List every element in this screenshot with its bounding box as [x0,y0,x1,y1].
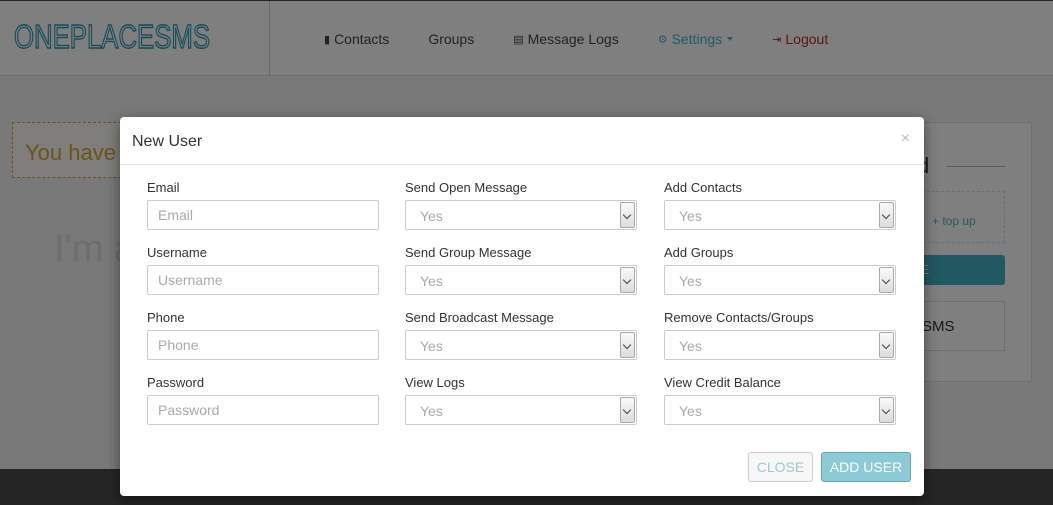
chevron-down-icon [879,397,894,423]
add-contacts-label: Add Contacts [664,180,743,195]
email-label: Email [147,180,180,195]
username-field-group: Username [147,245,379,295]
select-value: Yes [679,273,702,289]
view-logs-select[interactable]: Yes [405,395,637,425]
remove-contacts-groups-field-group: Remove Contacts/Groups Yes [664,310,896,360]
select-value: Yes [679,208,702,224]
modal-header: New User × [120,117,924,165]
username-input[interactable] [147,265,379,295]
chevron-down-icon [879,202,894,228]
view-credit-balance-field-group: View Credit Balance Yes [664,375,896,425]
select-value: Yes [420,273,443,289]
phone-field-group: Phone [147,310,379,360]
new-user-modal: New User × Email Username Phone Password… [120,117,924,496]
select-value: Yes [679,338,702,354]
send-broadcast-message-field-group: Send Broadcast Message Yes [405,310,637,360]
send-group-message-select[interactable]: Yes [405,265,637,295]
remove-contacts-groups-select[interactable]: Yes [664,330,896,360]
add-groups-select[interactable]: Yes [664,265,896,295]
add-groups-label: Add Groups [664,245,734,260]
phone-input[interactable] [147,330,379,360]
add-contacts-field-group: Add Contacts Yes [664,180,896,230]
send-broadcast-message-select[interactable]: Yes [405,330,637,360]
chevron-down-icon [879,267,894,293]
modal-title: New User [132,133,203,150]
phone-label: Phone [147,310,185,325]
chevron-down-icon [620,267,635,293]
send-group-message-label: Send Group Message [405,245,532,260]
password-label: Password [147,375,205,390]
send-open-message-label: Send Open Message [405,180,528,195]
select-value: Yes [420,338,443,354]
chevron-down-icon [620,332,635,358]
email-input[interactable] [147,200,379,230]
password-field-group: Password [147,375,379,425]
username-label: Username [147,245,207,260]
chevron-down-icon [620,202,635,228]
add-user-button[interactable]: ADD USER [821,452,911,482]
password-input[interactable] [147,395,379,425]
send-open-message-select[interactable]: Yes [405,200,637,230]
select-value: Yes [679,403,702,419]
email-field-group: Email [147,180,379,230]
add-groups-field-group: Add Groups Yes [664,245,896,295]
add-contacts-select[interactable]: Yes [664,200,896,230]
send-open-message-field-group: Send Open Message Yes [405,180,637,230]
close-button[interactable]: CLOSE [748,452,813,482]
view-logs-field-group: View Logs Yes [405,375,637,425]
select-value: Yes [420,208,443,224]
send-broadcast-message-label: Send Broadcast Message [405,310,554,325]
remove-contacts-groups-label: Remove Contacts/Groups [664,310,814,325]
view-credit-balance-label: View Credit Balance [664,375,781,390]
chevron-down-icon [620,397,635,423]
send-group-message-field-group: Send Group Message Yes [405,245,637,295]
view-credit-balance-select[interactable]: Yes [664,395,896,425]
select-value: Yes [420,403,443,419]
close-icon[interactable]: × [901,130,910,148]
chevron-down-icon [879,332,894,358]
view-logs-label: View Logs [405,375,465,390]
